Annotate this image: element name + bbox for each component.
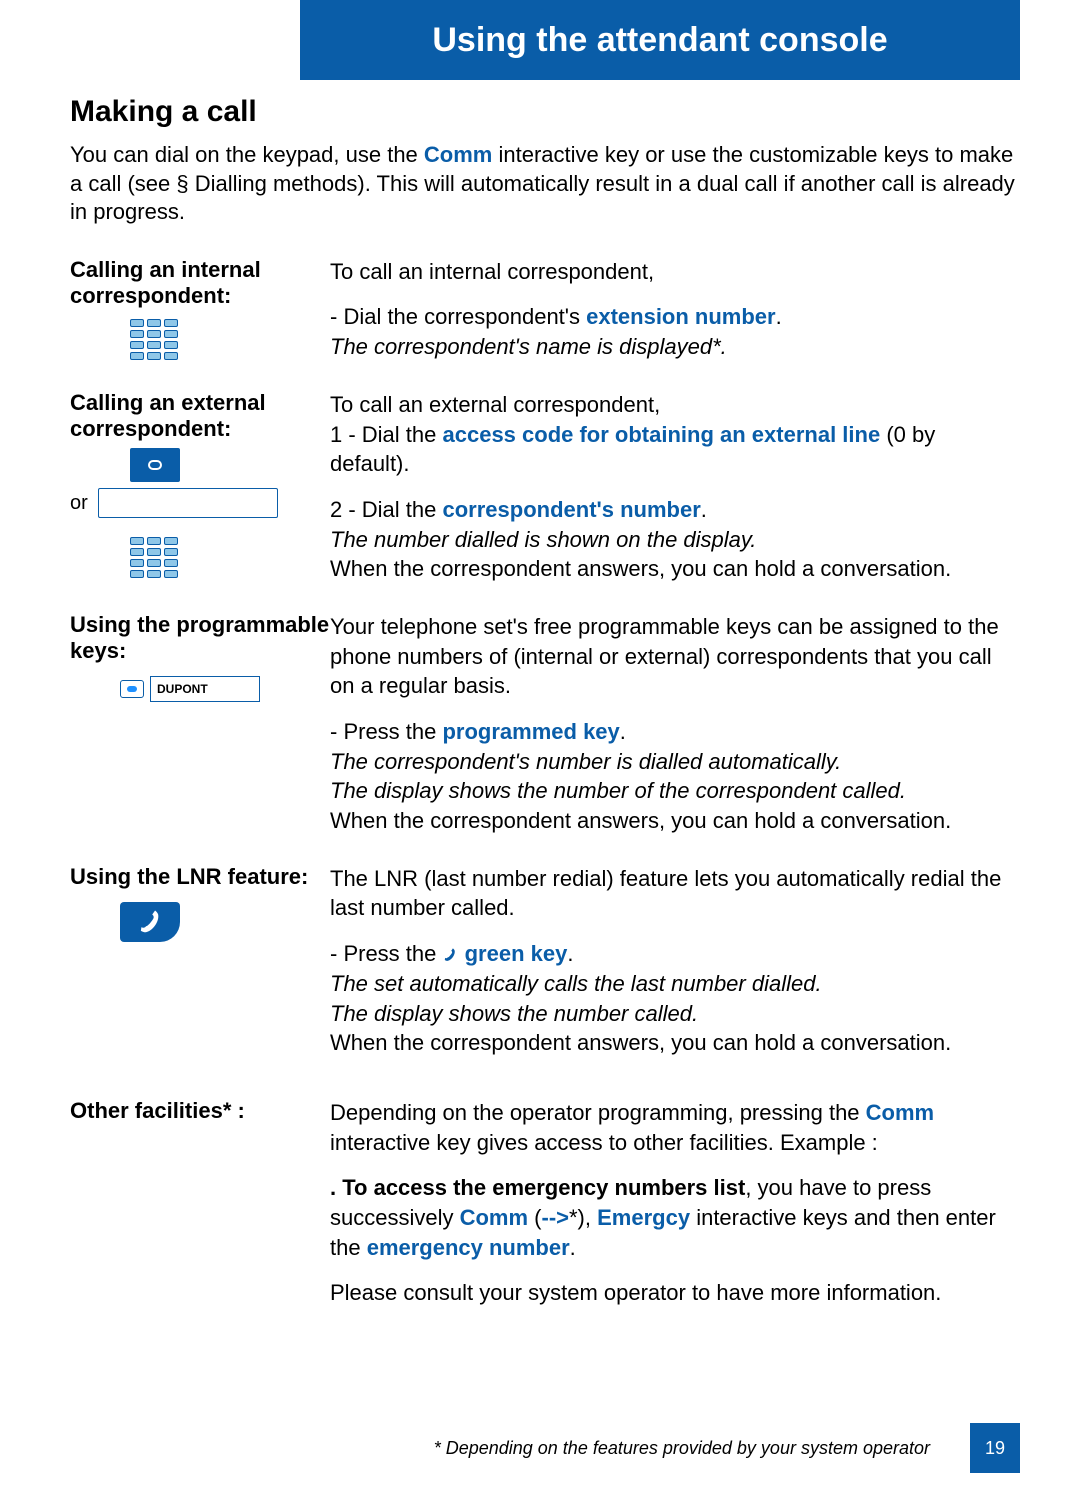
section-internal: Calling an internal correspondent: To ca… <box>70 257 1020 362</box>
zero-key-icon <box>130 448 180 482</box>
s2-heading: Calling an external correspondent: <box>70 390 330 442</box>
header-bar: Using the attendant console <box>300 0 1020 80</box>
blank-key-icon <box>98 488 278 518</box>
s2-lead: To call an external correspondent, <box>330 390 1020 420</box>
s5-p2-paren1: ( <box>528 1205 541 1230</box>
s5-p1-pre: Depending on the operator programming, p… <box>330 1100 866 1125</box>
s3-it2: The display shows the number of the corr… <box>330 776 1020 806</box>
s2-l1-pre: 1 - Dial the <box>330 422 443 447</box>
s4-it2: The display shows the number called. <box>330 999 1020 1029</box>
programmed-key-icon: DUPONT <box>120 676 330 702</box>
intro-text: You can dial on the keypad, use the Comm… <box>70 141 1020 227</box>
s5-p2-emnum: emergency number <box>367 1235 570 1260</box>
s2-after: When the correspondent answers, you can … <box>330 554 1020 584</box>
keypad-icon <box>130 319 178 360</box>
s2-l2-blue: correspondent's number <box>443 497 701 522</box>
section-other: Other facilities* : Depending on the ope… <box>70 1098 1020 1308</box>
s4-b-pre: - Press the <box>330 941 442 966</box>
footnote-text: * Depending on the features provided by … <box>434 1438 930 1459</box>
s1-b1-blue: extension number <box>586 304 775 329</box>
phone-handset-icon <box>136 908 164 936</box>
s4-lead: The LNR (last number redial) feature let… <box>330 864 1020 923</box>
s3-b-blue: programmed key <box>442 719 619 744</box>
footer: * Depending on the features provided by … <box>70 1423 1020 1473</box>
section-programmable: Using the programmable keys: DUPONT Your… <box>70 612 1020 836</box>
section-lnr: Using the LNR feature: The LNR (last num… <box>70 864 1020 1058</box>
s5-p1-comm: Comm <box>866 1100 934 1125</box>
s3-after: When the correspondent answers, you can … <box>330 806 1020 836</box>
green-key-icon <box>120 902 180 942</box>
s2-italic: The number dialled is shown on the displ… <box>330 525 1020 555</box>
s1-italic: The correspondent's name is displayed*. <box>330 332 1020 362</box>
or-text: or <box>70 492 88 515</box>
intro-prefix: You can dial on the keypad, use the <box>70 142 424 167</box>
keypad-icon-2 <box>130 537 178 578</box>
s1-heading: Calling an internal correspondent: <box>70 257 330 309</box>
s3-lead: Your telephone set's free programmable k… <box>330 612 1020 701</box>
s4-it1: The set automatically calls the last num… <box>330 969 1020 999</box>
s1-lead: To call an internal correspondent, <box>330 257 1020 287</box>
s2-l2-pre: 2 - Dial the <box>330 497 443 522</box>
s4-heading: Using the LNR feature: <box>70 864 330 890</box>
page-number: 19 <box>970 1423 1020 1473</box>
s5-p2-post: . <box>570 1235 576 1260</box>
s5-p1-post: interactive key gives access to other fa… <box>330 1130 878 1155</box>
main-content: Making a call You can dial on the keypad… <box>70 95 1020 1336</box>
s4-b-blue: green key <box>458 941 567 966</box>
s5-heading: Other facilities* : <box>70 1098 330 1124</box>
s3-heading: Using the programmable keys: <box>70 612 330 664</box>
s3-b-pre: - Press the <box>330 719 442 744</box>
s5-p2-comm: Comm <box>460 1205 528 1230</box>
section-title: Making a call <box>70 95 1020 129</box>
comm-key-ref: Comm <box>424 142 492 167</box>
s2-l2-post: . <box>701 497 707 522</box>
dupont-label: DUPONT <box>150 676 260 702</box>
s3-it1: The correspondent's number is dialled au… <box>330 747 1020 777</box>
s4-after: When the correspondent answers, you can … <box>330 1028 1020 1058</box>
inline-phone-icon <box>442 941 458 966</box>
header-title: Using the attendant console <box>432 21 887 60</box>
s1-b1-post: . <box>776 304 782 329</box>
s5-p2-bold: . To access the emergency numbers list <box>330 1175 745 1200</box>
s4-b-post: . <box>567 941 573 966</box>
s5-p2-star: *), <box>569 1205 597 1230</box>
s5-p2-emerg: Emergcy <box>597 1205 690 1230</box>
s2-l1-blue: access code for obtaining an external li… <box>443 422 881 447</box>
s1-b1-pre: - Dial the correspondent's <box>330 304 586 329</box>
s3-b-post: . <box>620 719 626 744</box>
section-external: Calling an external correspondent: or To… <box>70 390 1020 584</box>
s5-p2-arrow: --> <box>542 1205 570 1230</box>
s5-p3: Please consult your system operator to h… <box>330 1278 1020 1308</box>
led-icon <box>120 680 144 698</box>
